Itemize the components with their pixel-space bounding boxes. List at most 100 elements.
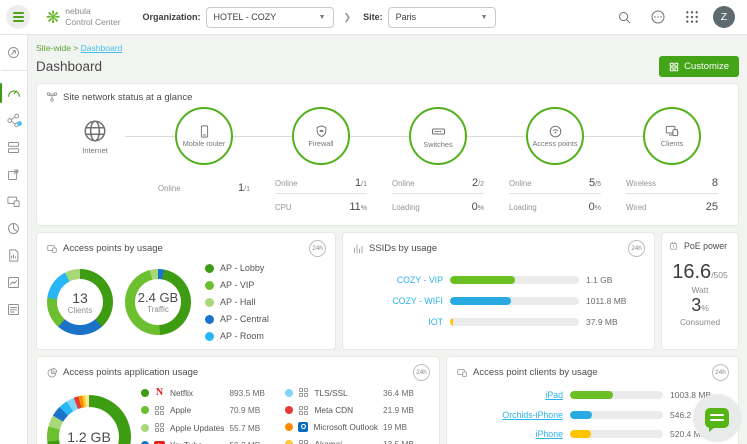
access-points-stats: Online5/5 Loading0% <box>509 170 601 217</box>
sidebar-item-summary-report[interactable] <box>0 216 28 240</box>
node-mobile-router: Mobile router Online1/1 <box>152 107 256 217</box>
legend-item: OMicrosoft Outlook19 MB <box>285 422 429 432</box>
chat-support-button[interactable] <box>693 394 741 442</box>
sidebar-item-analytics[interactable] <box>0 270 28 294</box>
apple-updates-app-icon <box>154 422 165 433</box>
legend-item: AP - Hall <box>205 297 269 307</box>
chevron-down-icon: ▼ <box>319 14 326 21</box>
ssid-value: 37.9 MB <box>586 317 642 327</box>
legend-item: AP - Central <box>205 314 269 324</box>
customize-button[interactable]: Customize <box>659 56 739 77</box>
sidebar-item-report[interactable] <box>0 243 28 267</box>
switches-circle[interactable]: Switches <box>409 107 467 165</box>
ssid-link[interactable]: IOT <box>355 317 443 327</box>
youtube-icon <box>154 440 165 444</box>
node-label: Switches <box>423 141 452 149</box>
bar-track <box>450 276 579 284</box>
brand-text: nebula Control Center <box>65 6 120 27</box>
node-label: Mobile router <box>183 140 226 148</box>
apps-grid-icon[interactable] <box>679 4 705 30</box>
customize-grid-icon <box>669 62 679 72</box>
client-link[interactable]: Orchids-iPhone <box>459 410 563 420</box>
client-link[interactable]: iPad <box>459 390 563 400</box>
shield-icon <box>314 124 329 139</box>
hamburger-menu-button[interactable] <box>6 5 30 29</box>
breadcrumb-dashboard-link[interactable]: Dashboard <box>81 43 123 53</box>
tls-ssl-app-icon <box>298 387 309 398</box>
mobile-router-circle[interactable]: Mobile router <box>175 107 233 165</box>
topbar: ❋ nebula Control Center Organization: HO… <box>0 0 747 35</box>
breadcrumb-chevron-icon: ❯ <box>344 12 352 23</box>
clients-donut-chart: 13 Clients <box>47 269 113 335</box>
sidebar <box>0 35 28 444</box>
card-title: Access points application usage <box>63 367 198 378</box>
sidebar-item-logs[interactable] <box>0 297 28 321</box>
firewall-stats: Online1/1 CPU11% <box>275 170 367 217</box>
mobile-router-stats: Online1/1 <box>158 170 250 204</box>
client-row: Orchids-iPhone 546.2 MB <box>459 410 726 420</box>
node-clients: Clients Wireless8 Wired25 <box>620 107 724 217</box>
sidebar-item-dashboard[interactable] <box>0 81 28 105</box>
legend-item: AP - Room <box>205 331 269 341</box>
card-title: Access points by usage <box>63 243 163 254</box>
topology-icon <box>46 91 58 103</box>
sidebar-item-devices[interactable] <box>0 135 28 159</box>
bar-track <box>450 297 579 305</box>
access-points-usage-card: Access points by usage 24h 13 Clients 2.… <box>36 232 336 350</box>
firewall-circle[interactable]: Firewall <box>292 107 350 165</box>
bar-track <box>570 391 663 399</box>
ssid-link[interactable]: COZY - WIFI <box>355 296 443 306</box>
ssid-row: COZY - WIFI 1011.8 MB <box>355 296 642 306</box>
poe-icon <box>668 240 679 251</box>
app-legend-left: NNetflix893.5 MB Apple70.9 MB Apple Upda… <box>141 387 275 444</box>
nebula-logo[interactable]: ❋ nebula Control Center <box>46 6 121 27</box>
period-badge-24h[interactable]: 24h <box>628 240 645 257</box>
node-switches: Switches Online2/2 Loading0% <box>386 107 490 217</box>
globe-icon <box>82 118 108 144</box>
mobile-router-icon <box>197 124 212 139</box>
akamai-app-icon <box>298 439 309 444</box>
period-badge-24h[interactable]: 24h <box>309 240 326 257</box>
legend-item: Apple Updates55.7 MB <box>141 422 275 433</box>
breadcrumb-site-wide[interactable]: Site-wide > <box>36 43 78 53</box>
main-content: Site-wide > Dashboard Dashboard Customiz… <box>28 35 747 444</box>
legend-item: Meta CDN21.9 MB <box>285 405 429 416</box>
netflix-icon: N <box>154 387 165 398</box>
sidebar-item-floorplan[interactable] <box>0 162 28 186</box>
access-points-circle[interactable]: Access points <box>526 107 584 165</box>
site-label: Site: <box>363 12 383 22</box>
sidebar-item-clients[interactable] <box>0 189 28 213</box>
node-label: Internet <box>82 146 107 155</box>
site-dropdown[interactable]: Paris ▼ <box>388 7 496 28</box>
organization-selector-group: Organization: HOTEL - COZY ▼ <box>143 7 334 28</box>
period-badge-24h[interactable]: 24h <box>413 364 430 381</box>
sidebar-pin-icon[interactable] <box>0 40 28 64</box>
chat-icon <box>705 408 729 428</box>
client-link[interactable]: iPhone <box>459 429 563 439</box>
node-label: Firewall <box>308 140 333 148</box>
user-avatar[interactable]: Z <box>713 6 735 28</box>
client-row: iPad 1003.8 MB <box>459 390 726 400</box>
help-ellipsis-icon[interactable] <box>645 4 671 30</box>
app-legend-right: TLS/SSL36.4 MB Meta CDN21.9 MB OMicrosof… <box>285 387 429 444</box>
application-donut-chart: 1.2 GB <box>47 395 131 444</box>
site-selector-group: Site: Paris ▼ <box>363 7 496 28</box>
ssid-link[interactable]: COZY - VIP <box>355 275 443 285</box>
traffic-donut-chart: 2.4 GB Traffic <box>125 269 191 335</box>
legend-item: Apple70.9 MB <box>141 405 275 416</box>
search-icon[interactable] <box>611 4 637 30</box>
card-title: PoE power <box>684 241 727 251</box>
sidebar-item-topology[interactable] <box>0 108 28 132</box>
poe-values: 16.6/505 Watt 3% Consumed <box>662 253 738 327</box>
app-window: ❋ nebula Control Center Organization: HO… <box>0 0 747 444</box>
clients-circle[interactable]: Clients <box>643 107 701 165</box>
ssid-bar-list: COZY - VIP 1.1 GB COZY - WIFI 1011.8 MB … <box>343 259 654 333</box>
topology-alert-dot <box>17 121 22 126</box>
meta-cdn-app-icon <box>298 405 309 416</box>
ssid-value: 1.1 GB <box>586 275 642 285</box>
legend-item: TLS/SSL36.4 MB <box>285 387 429 398</box>
access-point-icon <box>548 124 563 139</box>
clients-usage-card: Access point clients by usage 24h iPad 1… <box>446 356 739 444</box>
organization-dropdown[interactable]: HOTEL - COZY ▼ <box>206 7 334 28</box>
period-badge-24h[interactable]: 24h <box>712 364 729 381</box>
